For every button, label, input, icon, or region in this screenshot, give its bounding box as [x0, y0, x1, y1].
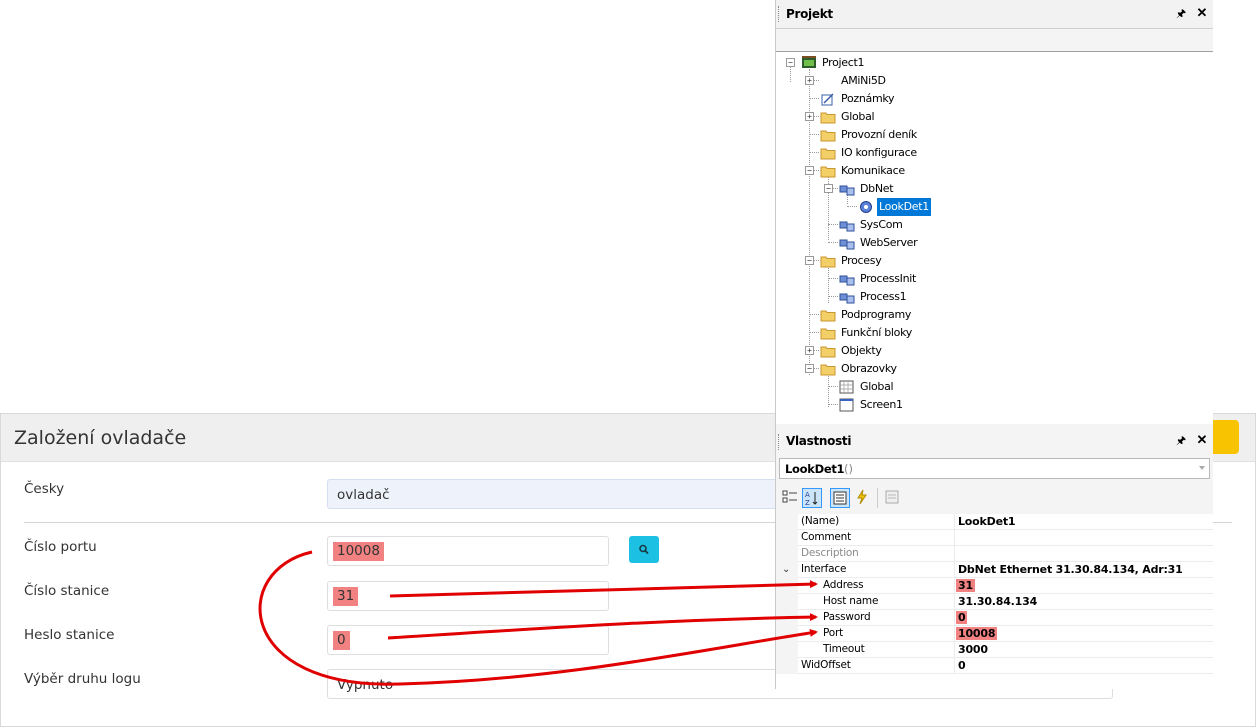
expand-global[interactable]: + — [805, 112, 814, 121]
object-selector[interactable]: LookDet1 () — [779, 458, 1210, 479]
categorized-icon[interactable] — [780, 488, 800, 508]
collapse-obrazovky[interactable]: − — [805, 364, 814, 373]
collapse-dbnet[interactable]: − — [824, 184, 833, 193]
close-icon[interactable]: ✕ — [1196, 433, 1208, 446]
panel-title: Založení ovladače — [14, 427, 187, 449]
station-value: 31 — [333, 587, 359, 606]
port-value: 10008 — [333, 542, 384, 561]
pin-icon[interactable]: 🖈 — [1176, 435, 1186, 447]
port-input[interactable]: 10008 — [327, 536, 609, 566]
events-icon[interactable] — [852, 488, 872, 508]
svg-text:Z: Z — [805, 499, 810, 507]
svg-text:A: A — [805, 491, 810, 499]
property-row[interactable]: Description — [776, 546, 1213, 562]
properties-view-icon[interactable] — [830, 488, 850, 508]
expand-objekty[interactable]: + — [805, 346, 814, 355]
folder-icon — [820, 166, 836, 178]
property-row[interactable]: ⌄ Interface DbNet Ethernet 31.30.84.134,… — [776, 562, 1213, 578]
folder-icon — [820, 148, 836, 160]
password-input[interactable]: 0 — [327, 625, 609, 655]
process-icon — [839, 293, 855, 304]
toolbar-separator — [877, 488, 878, 508]
project-panel-titlebar: Projekt 🖈 ✕ — [776, 0, 1213, 29]
object-type: () — [844, 462, 853, 476]
property-row[interactable]: Password 0 — [776, 610, 1213, 626]
chevron-down-icon — [1199, 466, 1205, 470]
screen-grid-icon — [839, 380, 854, 394]
folder-icon — [820, 310, 836, 322]
collapse-komunikace[interactable]: − — [805, 166, 814, 175]
search-button[interactable] — [629, 536, 659, 563]
notes-icon — [821, 93, 834, 106]
port-label: Číslo portu — [24, 539, 97, 555]
properties-panel: Vlastnosti 🖈 ✕ LookDet1 () AZ (Name) Loo… — [775, 424, 1213, 689]
object-name: LookDet1 — [785, 462, 845, 476]
log-type-label: Výběr druhu logu — [24, 671, 141, 687]
alphabetical-sort-icon[interactable]: AZ — [802, 488, 822, 508]
language-input[interactable]: ovladač — [327, 479, 787, 509]
drag-grip[interactable] — [778, 434, 781, 450]
project-tree: − + + − − − + − Project1 AMiNi5D Poznámk… — [776, 51, 1213, 425]
password-value: 0 — [333, 631, 350, 650]
chevron-down-icon[interactable]: ⌄ — [782, 564, 790, 575]
network-icon — [839, 239, 855, 250]
close-icon[interactable]: ✕ — [1196, 6, 1208, 19]
project-panel: Projekt 🖈 ✕ − + + − − − + − Project1 AMi… — [775, 0, 1213, 425]
property-row[interactable]: Address 31 — [776, 578, 1213, 594]
network-icon — [839, 221, 855, 232]
process-icon — [839, 275, 855, 286]
pin-icon[interactable]: 🖈 — [1176, 8, 1186, 20]
folder-icon — [820, 256, 836, 268]
collapse-project1[interactable]: − — [786, 58, 795, 67]
folder-icon — [820, 130, 836, 142]
gear-icon — [860, 201, 872, 213]
property-pages-icon[interactable] — [882, 488, 902, 508]
folder-icon — [820, 364, 836, 376]
property-row[interactable]: Host name 31.30.84.134 — [776, 594, 1213, 610]
log-type-value: Vypnuto — [337, 677, 394, 693]
folder-icon — [820, 328, 836, 340]
folder-icon — [820, 346, 836, 358]
folder-icon — [820, 112, 836, 124]
station-input[interactable]: 31 — [327, 581, 609, 611]
property-row[interactable]: Port 10008 — [776, 626, 1213, 642]
property-grid: (Name) LookDet1 Comment Description ⌄ In… — [776, 514, 1213, 689]
property-row[interactable]: WidOffset 0 — [776, 658, 1213, 674]
property-row[interactable]: Comment — [776, 530, 1213, 546]
station-label: Číslo stanice — [24, 583, 110, 599]
property-row[interactable]: (Name) LookDet1 — [776, 514, 1213, 530]
project-icon — [802, 56, 816, 68]
language-label: Česky — [24, 481, 65, 497]
screen-icon — [839, 398, 854, 412]
search-icon — [639, 544, 649, 554]
expand-amini5d[interactable]: + — [805, 76, 814, 85]
password-label: Heslo stanice — [24, 627, 115, 643]
project-panel-title: Projekt — [786, 7, 833, 21]
device-icon — [820, 74, 836, 88]
property-row[interactable]: Timeout 3000 — [776, 642, 1213, 658]
network-icon — [839, 185, 855, 196]
language-value: ovladač — [337, 487, 390, 503]
drag-grip[interactable] — [778, 6, 781, 22]
properties-panel-title: Vlastnosti — [786, 434, 852, 448]
collapse-procesy[interactable]: − — [805, 256, 814, 265]
